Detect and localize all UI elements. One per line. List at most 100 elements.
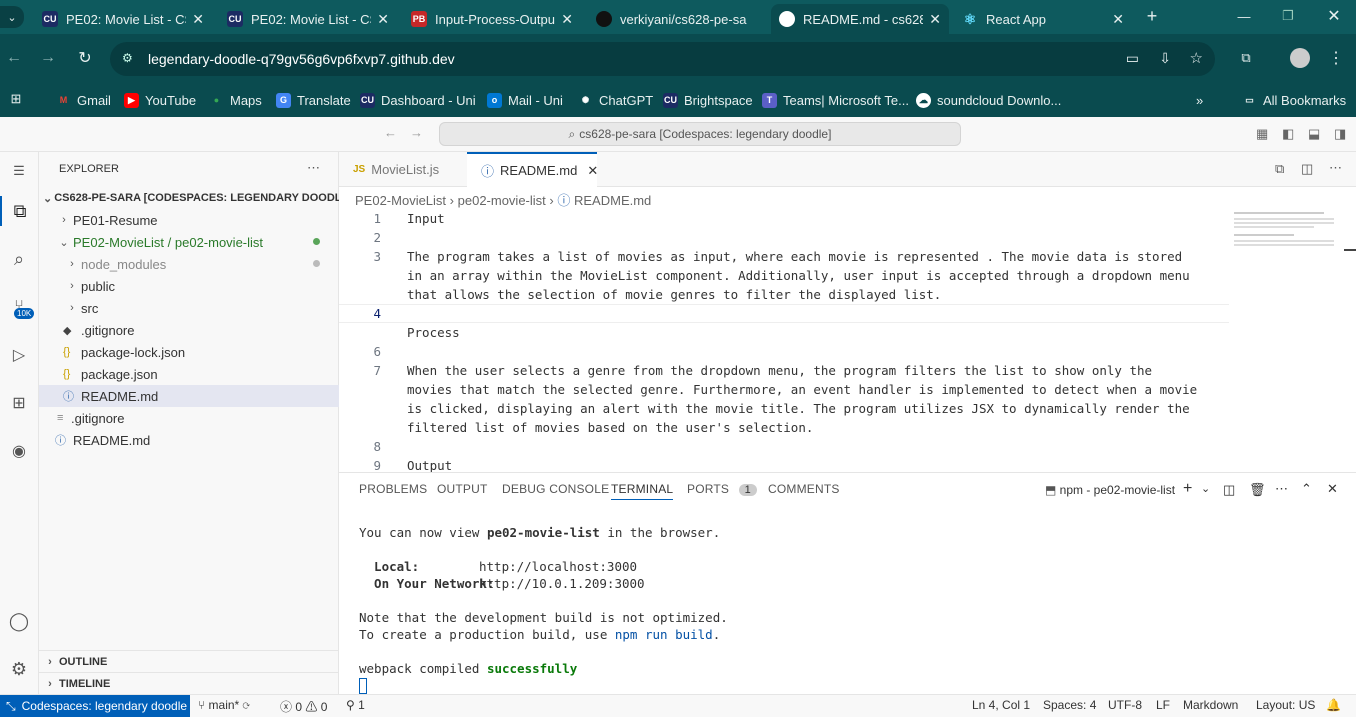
menu-icon[interactable]: ☰ bbox=[4, 156, 34, 186]
new-tab-button[interactable]: + bbox=[1142, 6, 1162, 26]
all-bookmarks-button[interactable]: ▭ All Bookmarks bbox=[1242, 89, 1346, 111]
code-view[interactable]: 1 Input 2 3 The program takes a list of mo… bbox=[339, 209, 1229, 472]
scrollbar[interactable] bbox=[1344, 249, 1356, 251]
tree-item-pe02[interactable]: ⌄ PE02-MovieList / pe02-movie-list bbox=[39, 231, 339, 253]
tree-item-gitignore[interactable]: ◆ .gitignore bbox=[39, 319, 339, 341]
browser-tab-4[interactable]: verkiyani/cs628-pe-sa bbox=[588, 4, 766, 34]
explorer-icon[interactable]: ⧉ bbox=[0, 196, 38, 226]
command-center[interactable]: ⌕ cs628-pe-sara [Codespaces: legendary d… bbox=[439, 122, 961, 146]
nav-forward-icon[interactable]: → bbox=[410, 125, 423, 140]
close-icon[interactable]: ✕ bbox=[192, 11, 204, 28]
bookmark-translate[interactable]: G Translate bbox=[276, 89, 351, 111]
cursor-position[interactable]: Ln 4, Col 1 bbox=[972, 698, 1030, 712]
site-info-icon[interactable]: ⚙ bbox=[122, 51, 133, 65]
close-icon[interactable]: ✕ bbox=[1112, 11, 1124, 28]
bookmark-teams[interactable]: T Teams| Microsoft Te... bbox=[762, 89, 909, 111]
tab-terminal[interactable]: TERMINAL bbox=[611, 482, 674, 500]
search-icon[interactable]: ⌕ bbox=[4, 244, 34, 274]
terminal-selector[interactable]: ⬒ npm - pe02-movie-list bbox=[1045, 483, 1175, 497]
remote-indicator[interactable]: ⤡ Codespaces: legendary doodle bbox=[0, 695, 190, 717]
tab-debug-console[interactable]: DEBUG CONSOLE bbox=[502, 482, 609, 496]
maximize-panel-icon[interactable]: ⌃ bbox=[1301, 481, 1312, 497]
close-icon[interactable]: ✕ bbox=[929, 11, 941, 28]
close-icon[interactable]: ✕ bbox=[377, 11, 389, 28]
avatar[interactable] bbox=[1290, 48, 1310, 68]
forward-icon[interactable]: → bbox=[38, 48, 58, 68]
tree-item-src[interactable]: › src bbox=[39, 297, 339, 319]
star-icon[interactable]: ☆ bbox=[1190, 49, 1203, 67]
workspace-root[interactable]: ⌄ CS628-PE-SARA [CODESPACES: LEGENDARY D… bbox=[39, 187, 352, 209]
tab-search-button[interactable]: ⌄ bbox=[0, 6, 24, 28]
restore-icon[interactable]: ❐ bbox=[1278, 6, 1298, 26]
indentation[interactable]: Spaces: 4 bbox=[1043, 698, 1096, 712]
toggle-secondary-sidebar-icon[interactable]: ◨ bbox=[1334, 126, 1346, 142]
problems-indicator[interactable]: ⓧ 0 ⚠ 0 bbox=[280, 698, 327, 715]
close-icon[interactable]: ✕ bbox=[587, 163, 598, 179]
new-terminal-icon[interactable]: + bbox=[1183, 480, 1192, 498]
layout-customize-icon[interactable]: ▦ bbox=[1256, 126, 1268, 142]
nav-back-icon[interactable]: ← bbox=[384, 125, 397, 140]
local-url-link[interactable]: http://localhost:3000 bbox=[479, 559, 637, 574]
tab-output[interactable]: OUTPUT bbox=[437, 482, 488, 496]
tab-problems[interactable]: PROBLEMS bbox=[359, 482, 427, 496]
bookmark-dashboard[interactable]: CU Dashboard - Uni bbox=[360, 89, 476, 111]
apps-icon[interactable]: ⊞ bbox=[8, 91, 24, 107]
breadcrumb-item[interactable]: pe02-movie-list bbox=[458, 193, 546, 208]
close-window-icon[interactable]: ✕ bbox=[1324, 6, 1344, 26]
clipboard-icon[interactable]: ▭ bbox=[1126, 50, 1139, 67]
reload-icon[interactable]: ↻ bbox=[75, 48, 95, 68]
timeline-section[interactable]: › TIMELINE bbox=[39, 672, 339, 694]
more-actions-icon[interactable]: ⋯ bbox=[1275, 481, 1288, 497]
back-icon[interactable]: ← bbox=[4, 48, 24, 68]
extensions-icon[interactable]: ⧉ bbox=[1236, 48, 1256, 68]
close-icon[interactable]: ✕ bbox=[561, 11, 573, 28]
tab-readme-md[interactable]: ⓘ README.md ✕ bbox=[467, 152, 598, 187]
tree-item-package-lock[interactable]: {} package-lock.json bbox=[39, 341, 339, 363]
tree-item-readme-selected[interactable]: ⓘ README.md bbox=[39, 385, 339, 407]
keyboard-layout[interactable]: Layout: US bbox=[1256, 698, 1315, 712]
more-bookmarks-icon[interactable]: » bbox=[1196, 89, 1203, 111]
extensions-icon[interactable]: ⊞ bbox=[4, 388, 34, 418]
browser-tab-5[interactable]: README.md - cs628- ✕ bbox=[771, 4, 949, 34]
branch-indicator[interactable]: ⑂ main* ⟳ bbox=[198, 698, 250, 712]
breadcrumb-item[interactable]: PE02-MovieList bbox=[355, 193, 446, 208]
tree-item-root-gitignore[interactable]: ≡ .gitignore bbox=[39, 407, 339, 429]
outline-section[interactable]: › OUTLINE bbox=[39, 650, 339, 672]
encoding[interactable]: UTF-8 bbox=[1108, 698, 1142, 712]
settings-gear-icon[interactable]: ⚙ bbox=[4, 654, 34, 684]
tree-item-root-readme[interactable]: ⓘ README.md bbox=[39, 429, 339, 451]
browser-tab-2[interactable]: CU PE02: Movie List - CS6 ✕ bbox=[219, 4, 397, 34]
install-app-icon[interactable]: ⇩ bbox=[1159, 50, 1171, 67]
notifications-icon[interactable]: 🔔 bbox=[1326, 698, 1341, 712]
bookmark-chatgpt[interactable]: ✺ ChatGPT bbox=[578, 89, 653, 111]
chevron-down-icon[interactable]: ⌄ bbox=[1201, 482, 1210, 495]
split-terminal-icon[interactable]: ◫ bbox=[1223, 482, 1235, 498]
browser-tab-6[interactable]: ⚛ React App ✕ bbox=[954, 4, 1132, 34]
tab-comments[interactable]: COMMENTS bbox=[768, 482, 840, 496]
bookmark-maps[interactable]: ● Maps bbox=[209, 89, 262, 111]
minimize-icon[interactable]: — bbox=[1234, 6, 1254, 26]
breadcrumb-item[interactable]: README.md bbox=[574, 193, 651, 208]
end-of-line[interactable]: LF bbox=[1156, 698, 1170, 712]
source-control-icon[interactable]: ⑂ 10K bbox=[4, 292, 35, 322]
bookmark-mail[interactable]: o Mail - Uni bbox=[487, 89, 563, 111]
bookmark-brightspace[interactable]: CU Brightspace bbox=[663, 89, 753, 111]
menu-icon[interactable]: ⋮ bbox=[1326, 48, 1346, 68]
toggle-sidebar-icon[interactable]: ◧ bbox=[1282, 126, 1294, 142]
ports-indicator[interactable]: ⚲ 1 bbox=[346, 698, 365, 712]
tab-movielist-js[interactable]: JS MovieList.js bbox=[339, 152, 467, 187]
open-preview-icon[interactable]: ⧉ bbox=[1275, 161, 1284, 177]
bookmark-gmail[interactable]: M Gmail bbox=[56, 89, 111, 111]
tree-item-pe01[interactable]: › PE01-Resume bbox=[39, 209, 339, 231]
close-panel-icon[interactable]: ✕ bbox=[1327, 481, 1338, 497]
minimap[interactable] bbox=[1234, 209, 1344, 259]
run-debug-icon[interactable]: ▷ bbox=[4, 340, 34, 370]
split-editor-icon[interactable]: ◫ bbox=[1301, 161, 1313, 177]
browser-tab-3[interactable]: PB Input-Process-Output ✕ bbox=[403, 4, 581, 34]
tab-ports[interactable]: PORTS 1 bbox=[687, 482, 757, 496]
browser-tab-1[interactable]: CU PE02: Movie List - CS6 ✕ bbox=[34, 4, 212, 34]
github-icon[interactable]: ◉ bbox=[4, 436, 34, 466]
account-icon[interactable]: ◯ bbox=[4, 606, 34, 636]
tree-item-public[interactable]: › public bbox=[39, 275, 339, 297]
trash-icon[interactable]: 🗑 bbox=[1249, 482, 1266, 498]
